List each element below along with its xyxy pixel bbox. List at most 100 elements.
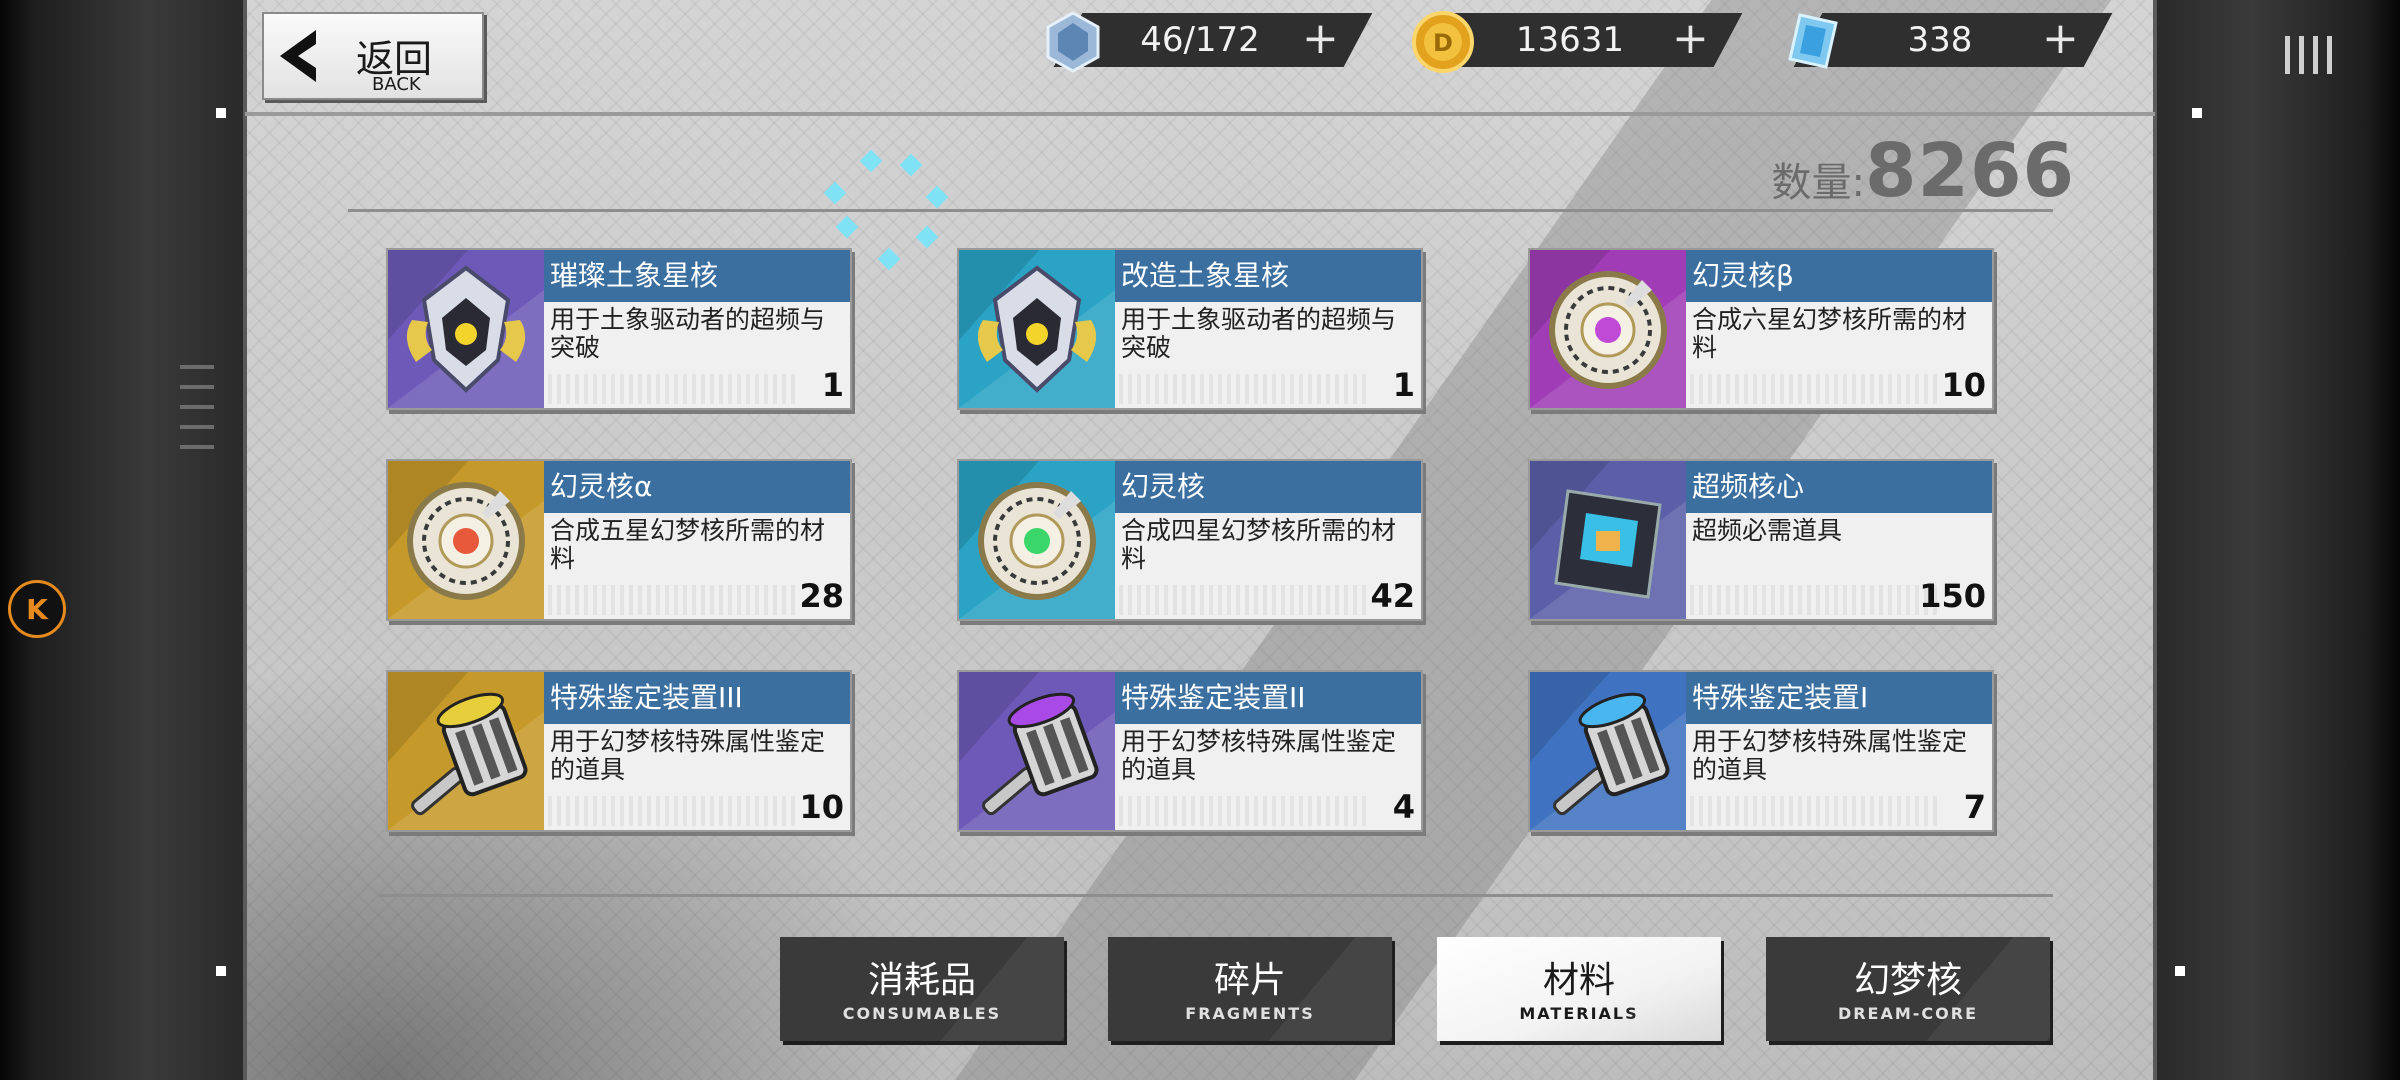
appraisal-hammer-purple-icon: [959, 672, 1115, 830]
item-description: 超频必需道具: [1692, 516, 1843, 545]
item-card[interactable]: 特殊鉴定装置II 用于幻梦核特殊属性鉴定的道具 4: [957, 670, 1423, 832]
card-decoration: [1119, 585, 1369, 615]
tab-fragments[interactable]: 碎片 FRAGMENTS: [1108, 937, 1392, 1041]
item-name: 特殊鉴定装置I: [1686, 672, 1992, 724]
item-quantity: 28: [799, 577, 844, 615]
item-thumbnail: [388, 461, 544, 619]
currency-stamina: 46/172 +: [1040, 11, 1373, 73]
currency-diamond: 338 +: [1780, 13, 2113, 69]
stamina-crystal-icon: [1046, 11, 1100, 73]
tab-sublabel: MATERIALS: [1519, 1004, 1639, 1023]
panel-edge-left: [243, 0, 247, 1080]
item-name: 幻灵核: [1115, 461, 1421, 513]
item-description: 合成六星幻梦核所需的材料: [1692, 305, 1968, 362]
tab-label: 消耗品: [867, 960, 976, 1001]
item-name: 幻灵核α: [544, 461, 850, 513]
gold-value: 13631: [1515, 20, 1625, 60]
item-quantity: 150: [1919, 577, 1986, 615]
tab-consumables[interactable]: 消耗品 CONSUMABLES: [780, 937, 1064, 1041]
k-label: K: [26, 592, 48, 626]
item-card[interactable]: 特殊鉴定装置III 用于幻梦核特殊属性鉴定的道具 10: [386, 670, 852, 832]
add-stamina-button[interactable]: +: [1302, 17, 1339, 61]
tab-sublabel: FRAGMENTS: [1185, 1004, 1315, 1023]
item-name: 超频核心: [1686, 461, 1992, 513]
card-decoration: [1690, 374, 1940, 404]
item-thumbnail: [959, 672, 1115, 830]
corner-marker: [2192, 108, 2202, 118]
overclock-core-icon: [1530, 461, 1686, 619]
tab-sublabel: DREAM-CORE: [1837, 1004, 1979, 1023]
blue-diamond-icon: [1788, 13, 1838, 69]
back-arrow-icon: [280, 30, 316, 82]
list-divider-bottom: [380, 894, 2053, 897]
item-card[interactable]: 幻灵核β 合成六星幻梦核所需的材料 10: [1528, 248, 1994, 410]
count-value: 8266: [1865, 128, 2075, 214]
item-quantity: 4: [1392, 788, 1415, 826]
stamina-value: 46/172: [1140, 20, 1260, 60]
item-description: 合成四星幻梦核所需的材料: [1121, 516, 1397, 573]
card-decoration: [548, 585, 798, 615]
item-name: 幻灵核β: [1686, 250, 1992, 302]
panel-edge-right: [2153, 0, 2157, 1080]
card-decoration: [1119, 374, 1369, 404]
floating-k-button[interactable]: K: [8, 580, 66, 638]
item-card[interactable]: 超频核心超频必需道具 150: [1528, 459, 1994, 621]
item-count: 数量:8266: [1772, 128, 2075, 214]
svg-text:D: D: [1433, 29, 1453, 57]
item-description: 用于幻梦核特殊属性鉴定的道具: [550, 727, 826, 784]
earth-star-core-icon: [388, 250, 544, 408]
card-decoration: [1690, 796, 1940, 826]
add-diamond-button[interactable]: +: [2042, 17, 2079, 61]
corner-marker: [216, 966, 226, 976]
item-quantity: 1: [1392, 366, 1415, 404]
card-decoration: [548, 796, 798, 826]
diamond-value: 338: [1907, 20, 1973, 60]
currency-gold: D 13631 +: [1410, 11, 1743, 73]
tab-materials[interactable]: 材料 MATERIALS: [1437, 937, 1721, 1041]
item-thumbnail: [959, 250, 1115, 408]
item-thumbnail: [1530, 672, 1686, 830]
item-card[interactable]: 改造土象星核 用于土象驱动者的超频与突破 1: [957, 248, 1423, 410]
count-label: 数量:: [1771, 160, 1866, 206]
item-name: 特殊鉴定装置II: [1115, 672, 1421, 724]
tab-label: 幻梦核: [1853, 960, 1962, 1001]
tab-label: 材料: [1542, 960, 1615, 1001]
item-thumbnail: [388, 250, 544, 408]
item-card[interactable]: 特殊鉴定装置I 用于幻梦核特殊属性鉴定的道具 7: [1528, 670, 1994, 832]
item-quantity: 42: [1370, 577, 1415, 615]
item-quantity: 1: [821, 366, 844, 404]
corner-marker: [216, 108, 226, 118]
spirit-core-beta-icon: [1530, 250, 1686, 408]
side-decoration: [180, 365, 214, 449]
add-gold-button[interactable]: +: [1672, 17, 1709, 61]
item-description: 用于土象驱动者的超频与突破: [1121, 305, 1397, 362]
menu-icon[interactable]: [2285, 36, 2332, 74]
item-description: 用于幻梦核特殊属性鉴定的道具: [1121, 727, 1397, 784]
item-quantity: 10: [1941, 366, 1986, 404]
gold-coin-icon: D: [1412, 11, 1474, 73]
earth-star-core-icon: [959, 250, 1115, 408]
corner-marker: [2175, 966, 2185, 976]
tab-dream-core[interactable]: 幻梦核 DREAM-CORE: [1766, 937, 2050, 1041]
back-sublabel: BACK: [372, 74, 421, 95]
spirit-core-alpha-icon: [388, 461, 544, 619]
item-thumbnail: [1530, 250, 1686, 408]
item-quantity: 7: [1963, 788, 1986, 826]
card-decoration: [1690, 585, 1940, 615]
back-button[interactable]: 返回 BACK: [262, 12, 484, 100]
item-quantity: 10: [799, 788, 844, 826]
item-card[interactable]: 幻灵核 合成四星幻梦核所需的材料 42: [957, 459, 1423, 621]
right-frame: [2155, 0, 2400, 1080]
item-name: 璀璨土象星核: [544, 250, 850, 302]
item-card[interactable]: 璀璨土象星核 用于土象驱动者的超频与突破 1: [386, 248, 852, 410]
left-frame: [0, 0, 245, 1080]
item-card[interactable]: 幻灵核α 合成五星幻梦核所需的材料 28: [386, 459, 852, 621]
item-name: 特殊鉴定装置III: [544, 672, 850, 724]
item-description: 合成五星幻梦核所需的材料: [550, 516, 826, 573]
item-name: 改造土象星核: [1115, 250, 1421, 302]
tab-sublabel: CONSUMABLES: [842, 1004, 1002, 1023]
item-thumbnail: [1530, 461, 1686, 619]
card-decoration: [548, 374, 798, 404]
item-description: 用于幻梦核特殊属性鉴定的道具: [1692, 727, 1968, 784]
top-divider: [245, 112, 2155, 116]
